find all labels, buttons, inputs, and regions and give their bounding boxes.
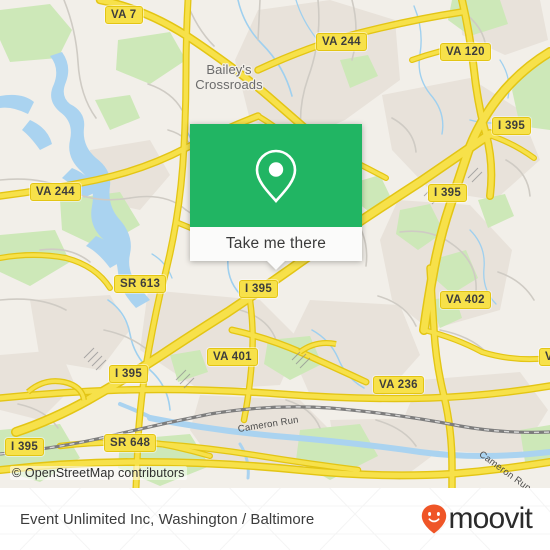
road-shield-va-7[interactable]: VA 7 — [105, 6, 143, 24]
road-shield-sr-648[interactable]: SR 648 — [104, 434, 157, 452]
popup-tail — [267, 261, 285, 270]
osm-attribution[interactable]: © OpenStreetMap contributors — [10, 466, 187, 480]
location-title: Event Unlimited Inc, Washington / Baltim… — [20, 510, 315, 528]
moovit-wordmark: moovit — [448, 502, 532, 535]
road-shield-i-395-e[interactable]: I 395 — [428, 184, 468, 202]
moovit-logo[interactable]: moovit — [421, 502, 533, 535]
road-shield-i-395-sw[interactable]: I 395 — [5, 438, 45, 456]
footer-bar: Event Unlimited Inc, Washington / Baltim… — [0, 488, 550, 550]
road-shield-i-395-center[interactable]: I 395 — [239, 280, 279, 298]
map-pin-icon — [255, 149, 297, 203]
road-shield-va-120[interactable]: VA 120 — [440, 43, 491, 61]
road-shield-va-236[interactable]: VA 236 — [373, 376, 424, 394]
road-shield-i-395-w[interactable]: I 395 — [109, 365, 149, 383]
map-canvas[interactable]: Bailey's Crossroads Cameron Run Cameron … — [0, 0, 550, 488]
road-shield-va-edge[interactable]: VA — [539, 348, 550, 366]
moovit-location-card: Bailey's Crossroads Cameron Run Cameron … — [0, 0, 550, 550]
footer-content: Event Unlimited Inc, Washington / Baltim… — [0, 488, 550, 550]
road-shield-va-401[interactable]: VA 401 — [207, 348, 258, 366]
road-shield-va-244-top[interactable]: VA 244 — [316, 33, 367, 51]
location-popup[interactable]: Take me there — [190, 124, 362, 270]
road-shield-va-244-left[interactable]: VA 244 — [30, 183, 81, 201]
popup-footer[interactable]: Take me there — [190, 227, 362, 261]
road-shield-i-395-ne[interactable]: I 395 — [492, 117, 532, 135]
take-me-there-button[interactable]: Take me there — [226, 235, 326, 253]
road-shield-sr-613[interactable]: SR 613 — [114, 275, 167, 293]
moovit-smiley-pin-icon — [422, 504, 447, 534]
popup-header — [190, 124, 362, 227]
road-shield-va-402[interactable]: VA 402 — [440, 291, 491, 309]
